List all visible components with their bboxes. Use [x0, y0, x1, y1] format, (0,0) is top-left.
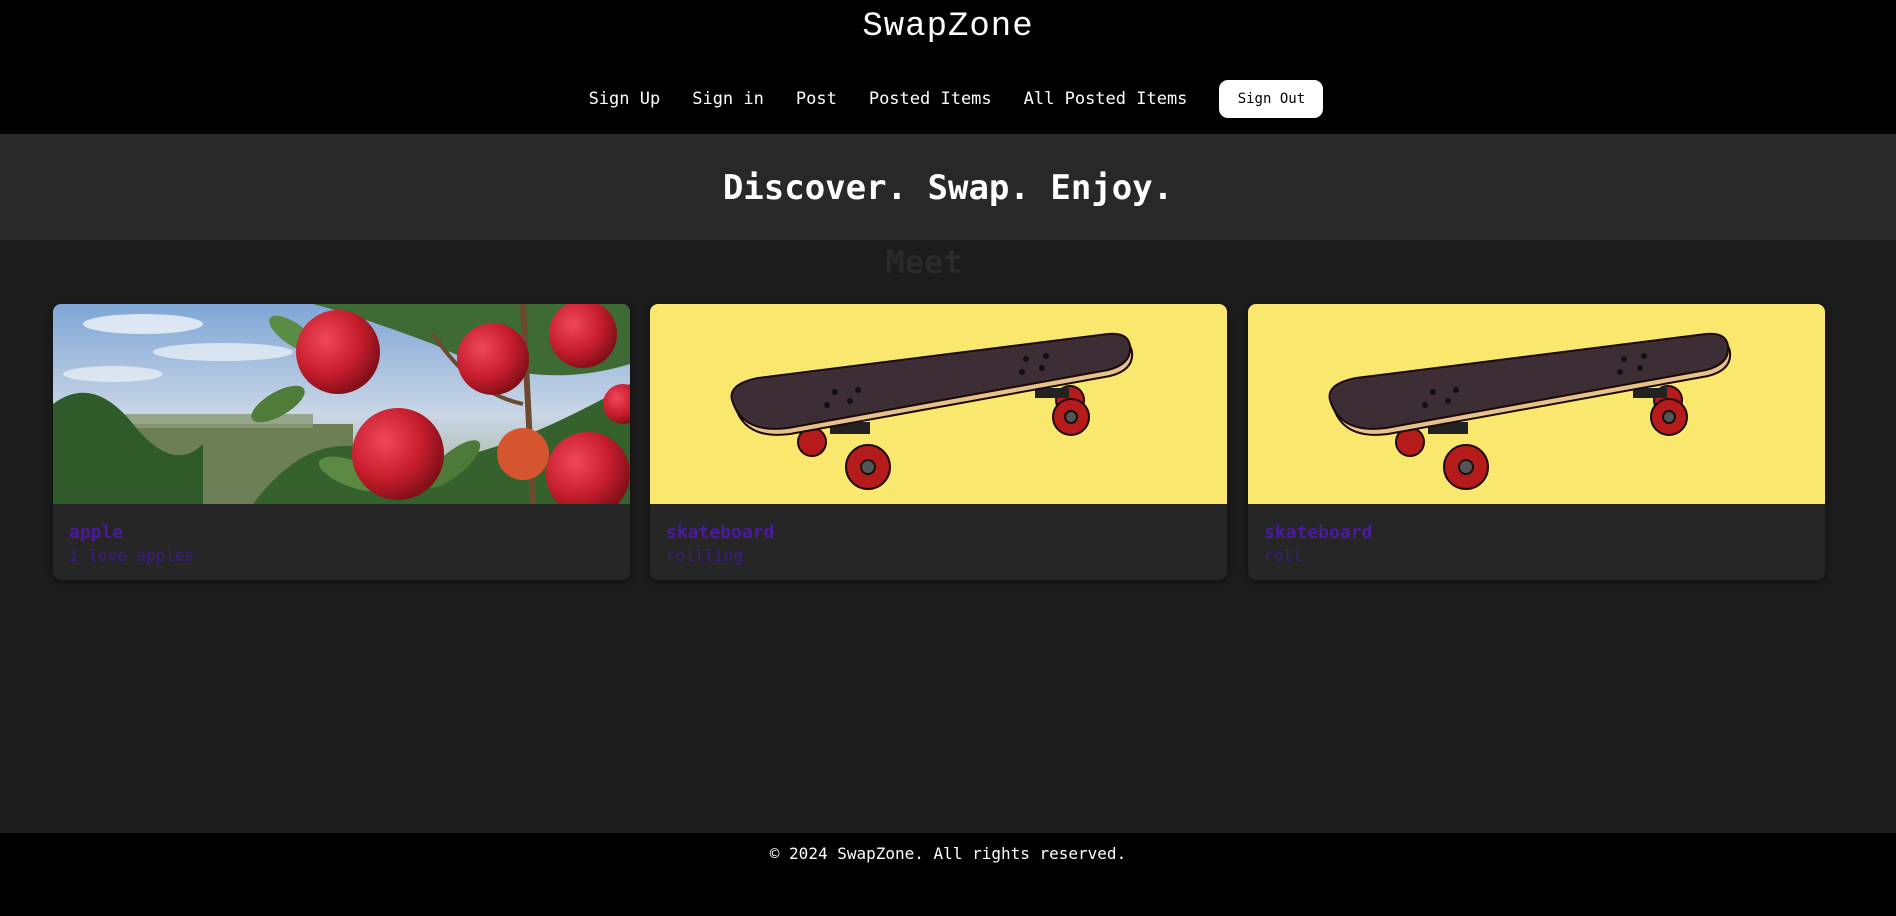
- nav-link-sign-in[interactable]: Sign in: [692, 89, 764, 109]
- copyright-text: © 2024 SwapZone. All rights reserved.: [769, 844, 1127, 863]
- skateboard-illustration-icon: [650, 304, 1227, 504]
- item-image-skateboard: [650, 304, 1227, 504]
- item-description: i love apples: [69, 546, 195, 565]
- item-card-skateboard-2[interactable]: skateboard roll: [1248, 304, 1825, 580]
- main-nav: Sign Up Sign in Post Posted Items All Po…: [0, 80, 1896, 118]
- item-description: roll: [1264, 546, 1303, 565]
- item-title[interactable]: skateboard: [1264, 522, 1372, 543]
- nav-link-all-posted-items[interactable]: All Posted Items: [1024, 89, 1188, 109]
- nav-link-post[interactable]: Post: [796, 89, 837, 109]
- skateboard-illustration-icon: [1248, 304, 1825, 504]
- nav-link-posted-items[interactable]: Posted Items: [869, 89, 992, 109]
- site-brand[interactable]: SwapZone: [0, 8, 1896, 46]
- item-card-apple[interactable]: apple i love apples: [53, 304, 630, 580]
- apple-photo-icon: [53, 304, 630, 504]
- item-title[interactable]: skateboard: [666, 522, 774, 543]
- item-title[interactable]: apple: [69, 522, 123, 543]
- hero-banner: Discover. Swap. Enjoy.: [0, 134, 1896, 240]
- item-image-apple: [53, 304, 630, 504]
- item-image-skateboard: [1248, 304, 1825, 504]
- item-description: rollling: [666, 546, 744, 565]
- site-footer: © 2024 SwapZone. All rights reserved.: [0, 833, 1896, 916]
- nav-link-sign-up[interactable]: Sign Up: [589, 89, 661, 109]
- sign-out-button[interactable]: Sign Out: [1219, 80, 1324, 118]
- item-card-skateboard[interactable]: skateboard rollling: [650, 304, 1227, 580]
- section-heading: Meet: [885, 243, 963, 281]
- hero-title: Discover. Swap. Enjoy.: [722, 168, 1174, 208]
- top-navbar: SwapZone Sign Up Sign in Post Posted Ite…: [0, 0, 1896, 134]
